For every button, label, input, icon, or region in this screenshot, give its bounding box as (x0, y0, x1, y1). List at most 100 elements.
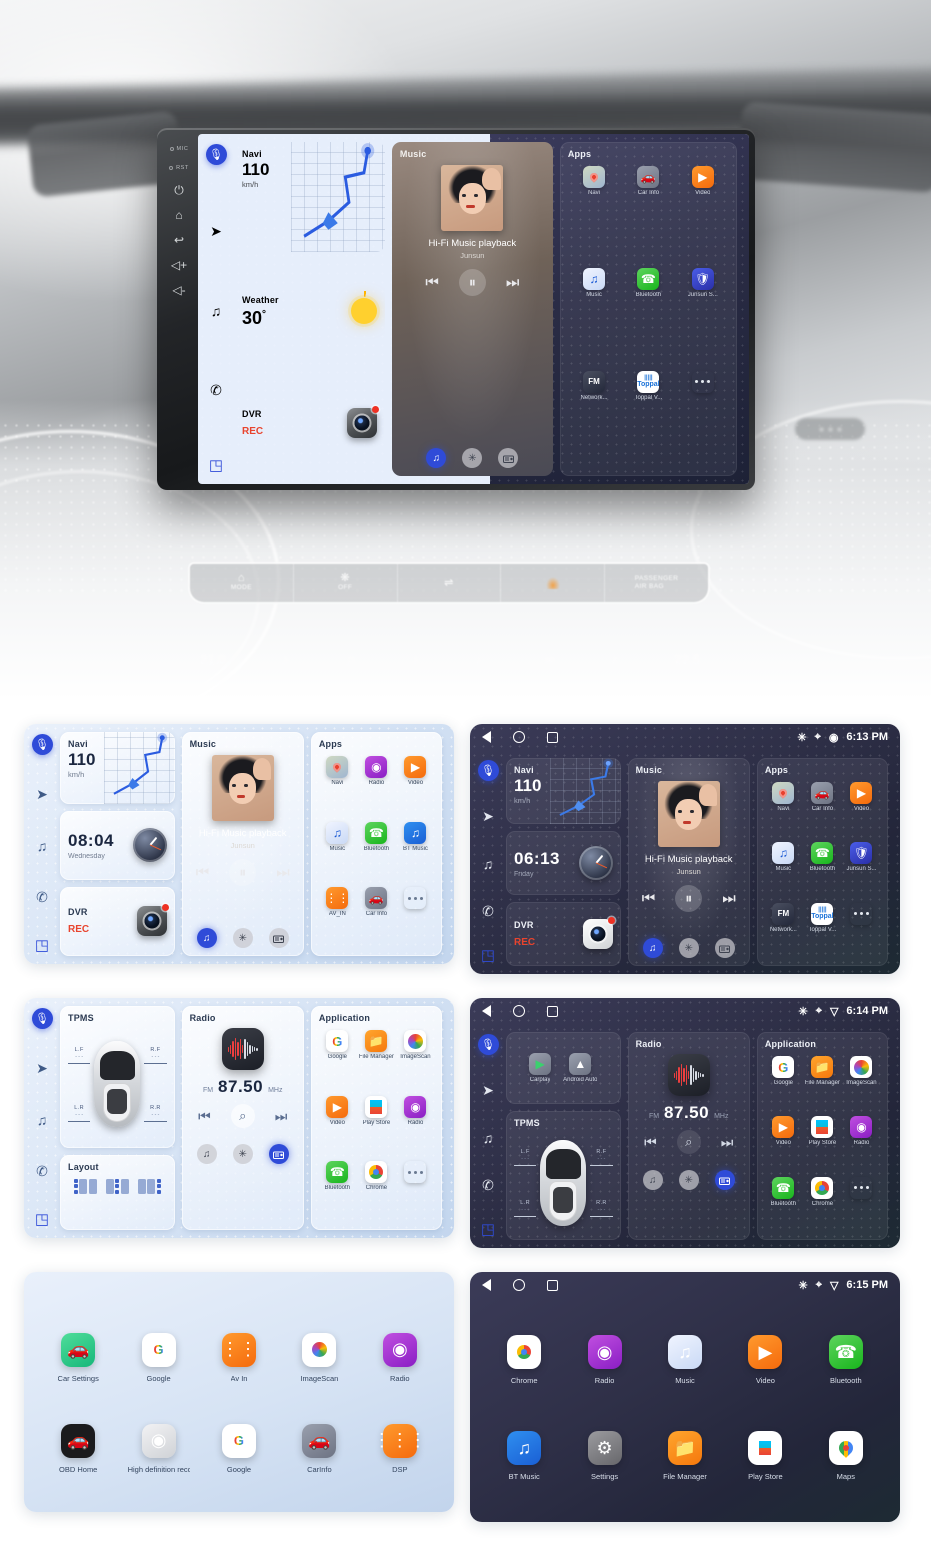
android-auto-app[interactable]: ▲ Android Auto (563, 1053, 597, 1083)
source-radio-button[interactable] (498, 448, 519, 468)
layout-widget[interactable]: Layout (60, 1154, 175, 1230)
app-imagescan[interactable]: ImageScan (843, 1056, 880, 1112)
sidebar-item-music[interactable]: ♫ (483, 1131, 494, 1145)
source-bluetooth-button[interactable]: ✳ (232, 928, 253, 948)
source-bluetooth-button[interactable]: ✳ (232, 1144, 253, 1164)
power-button[interactable]: ⏻ (174, 184, 184, 196)
layout-option-1[interactable] (73, 1178, 97, 1196)
app-bluetooth[interactable]: ☎ Bluetooth (358, 821, 395, 884)
radio-search-button[interactable]: ⌕ (230, 1104, 255, 1128)
application-widget[interactable]: Application G Google 📁 File Manager ImageSca… (756, 1032, 888, 1240)
app-video[interactable]: ▶ Video (677, 166, 729, 264)
apps-widget[interactable]: Apps Navi 🚗 Car Info ▶ Video ♫ Music ☎ Bluetooth… (559, 142, 737, 476)
source-music-button[interactable]: ♫ (642, 1170, 663, 1190)
clock-widget[interactable]: 08:04 Wednesday (60, 810, 175, 880)
source-music-button[interactable]: ♫ (426, 448, 447, 468)
app-video[interactable]: ▶ Video (765, 1116, 802, 1172)
sidebar-item-music[interactable]: ♫ (211, 304, 222, 318)
layout-option-3[interactable] (137, 1178, 161, 1196)
next-track-button[interactable]: ⏭ (276, 865, 290, 880)
play-pause-button[interactable]: ⏸ (458, 269, 486, 296)
previous-track-button[interactable]: ⏮ (196, 865, 210, 880)
recents-icon[interactable] (547, 1279, 558, 1291)
home-icon[interactable] (513, 1279, 525, 1291)
recents-icon[interactable] (547, 731, 558, 743)
sidebar-item-apps[interactable]: ◳ (35, 1210, 49, 1228)
sidebar-item-phone[interactable]: ✆ (36, 1164, 48, 1178)
sidebar-item-music[interactable]: ♫ (37, 839, 48, 853)
app-google[interactable]: G Google (141, 1332, 176, 1383)
app-chrome[interactable]: Chrome (358, 1161, 395, 1223)
sidebar-item-navigation[interactable]: ➤ (210, 224, 222, 238)
app-play-store[interactable]: Play Store (748, 1431, 783, 1481)
app-radio[interactable]: ◉ Radio (587, 1335, 622, 1385)
music-widget[interactable]: Music Hi-Fi Music playback Junsun ⏮ ⏸ ⏭ (181, 732, 304, 956)
app-bt-music[interactable]: ♫ BT Music (507, 1431, 542, 1481)
sidebar-item-phone[interactable]: ✆ (482, 904, 494, 918)
screenshot-radio-dark[interactable]: ✳ ⌖ ▽ 6:14 PM 🎙 ➤ ♫ ✆ ◳ ▶ Carplay ▲ Andr… (470, 998, 900, 1248)
app-settings[interactable]: ⚙ Settings (587, 1431, 622, 1481)
home-button[interactable]: ⌂ (175, 209, 182, 221)
app-av-in[interactable]: ⋮⋮ AV_IN (319, 887, 356, 949)
app-file-manager[interactable]: 📁 File Manager (804, 1056, 841, 1112)
next-track-button[interactable]: ⏭ (506, 275, 520, 290)
sidebar-item-apps[interactable]: ◳ (209, 456, 223, 474)
sidebar-item-music[interactable]: ♫ (37, 1113, 48, 1127)
app-navi[interactable]: Navi (568, 166, 620, 264)
app-video[interactable]: ▶ Video (843, 782, 880, 838)
app-music[interactable]: ♫ Music (667, 1335, 702, 1385)
volume-down-button[interactable]: ◁- (172, 284, 185, 296)
volume-up-button[interactable]: ◁+ (171, 259, 187, 271)
screenshot-radio-light[interactable]: 🎙 ➤ ♫ ✆ ◳ TPMS L.F - - - R.F - - - L.R -… (24, 998, 454, 1238)
navi-widget[interactable]: Navi 110 km/h (506, 758, 621, 825)
app-car-settings[interactable]: 🚗 Car Settings (58, 1332, 99, 1383)
app-network[interactable]: FM Network... (568, 370, 620, 469)
back-icon[interactable] (482, 731, 491, 743)
app-more[interactable] (397, 887, 434, 949)
apps-widget[interactable]: Apps Navi 🚗 Car Info ▶ Video ♫ Music ☎ Bluetooth… (756, 758, 888, 966)
apps-widget[interactable]: Apps Navi ◉ Radio ▶ Video ♫ Music ☎ Bluetooth ♫ BT… (310, 732, 442, 956)
app-more[interactable] (397, 1161, 434, 1223)
clock-widget[interactable]: 06:13 Friday (506, 831, 621, 896)
source-music-button[interactable]: ♫ (642, 938, 663, 958)
recents-icon[interactable] (547, 1005, 558, 1017)
application-widget[interactable]: Application G Google 📁 File Manager ImageSca… (310, 1006, 442, 1230)
app-imagescan[interactable]: ImageScan (397, 1030, 434, 1092)
sidebar-item-phone[interactable]: ✆ (36, 890, 48, 904)
app-car-info[interactable]: 🚗 Car Info (804, 782, 841, 838)
app-radio[interactable]: ◉ Radio (358, 756, 395, 818)
app-network[interactable]: FM Network... (765, 902, 802, 959)
app-chrome[interactable]: Chrome (804, 1176, 841, 1233)
app-imagescan[interactable]: ImageScan (300, 1332, 338, 1383)
app-radio[interactable]: ◉ Radio (397, 1095, 434, 1158)
app-carinfo[interactable]: 🚗 CarInfo (302, 1423, 337, 1474)
dvr-widget[interactable]: DVR REC (234, 371, 385, 476)
app-bluetooth[interactable]: ☎ Bluetooth (319, 1161, 356, 1223)
source-radio-button[interactable] (268, 1144, 289, 1164)
radio-previous-button[interactable]: ⏮ (644, 1134, 657, 1151)
app-radio[interactable]: ◉ Radio (382, 1332, 417, 1383)
app-car-info[interactable]: 🚗 Car Info (622, 166, 674, 264)
app-play-store[interactable]: Play Store (358, 1095, 395, 1158)
app-bluetooth[interactable]: ☎ Bluetooth (765, 1176, 802, 1233)
projection-widget[interactable]: ▶ Carplay ▲ Android Auto (506, 1032, 621, 1104)
radio-next-button[interactable]: ⏭ (275, 1108, 288, 1125)
sidebar-item-music[interactable]: ♫ (483, 857, 494, 871)
home-icon[interactable] (513, 731, 525, 743)
music-widget[interactable]: Music Hi-Fi Music playback Junsun ⏮ ⏸ ⏭ (627, 758, 750, 966)
source-bluetooth-button[interactable]: ✳ (678, 1170, 699, 1190)
dvr-widget[interactable]: DVR REC (506, 902, 621, 967)
app-google[interactable]: G Google (765, 1056, 802, 1112)
music-widget[interactable]: Music Hi-Fi Music playback Junsun ⏮ ⏸ ⏭ … (391, 142, 553, 476)
screenshot-home-dark[interactable]: ✳ ⌖ ◉ 6:13 PM 🎙 ➤ ♫ ✆ ◳ Navi 110 km/h 06… (470, 724, 900, 974)
layout-option-2[interactable] (105, 1178, 129, 1196)
sidebar-item-voice-assistant[interactable]: 🎙 (477, 1034, 499, 1055)
app-video[interactable]: ▶ Video (397, 756, 434, 818)
app-music[interactable]: ♫ Music (568, 268, 620, 366)
app-navi[interactable]: Navi (319, 756, 356, 818)
app-google[interactable]: G Google (221, 1423, 256, 1474)
source-radio-button[interactable] (714, 1170, 735, 1190)
back-icon[interactable] (482, 1279, 491, 1291)
sidebar-item-navigation[interactable]: ➤ (482, 1083, 494, 1097)
head-unit-screen[interactable]: 🎙 ➤ ♫ ✆ ◳ Navi 110 km/h Weather 30° DVR … (198, 134, 749, 484)
